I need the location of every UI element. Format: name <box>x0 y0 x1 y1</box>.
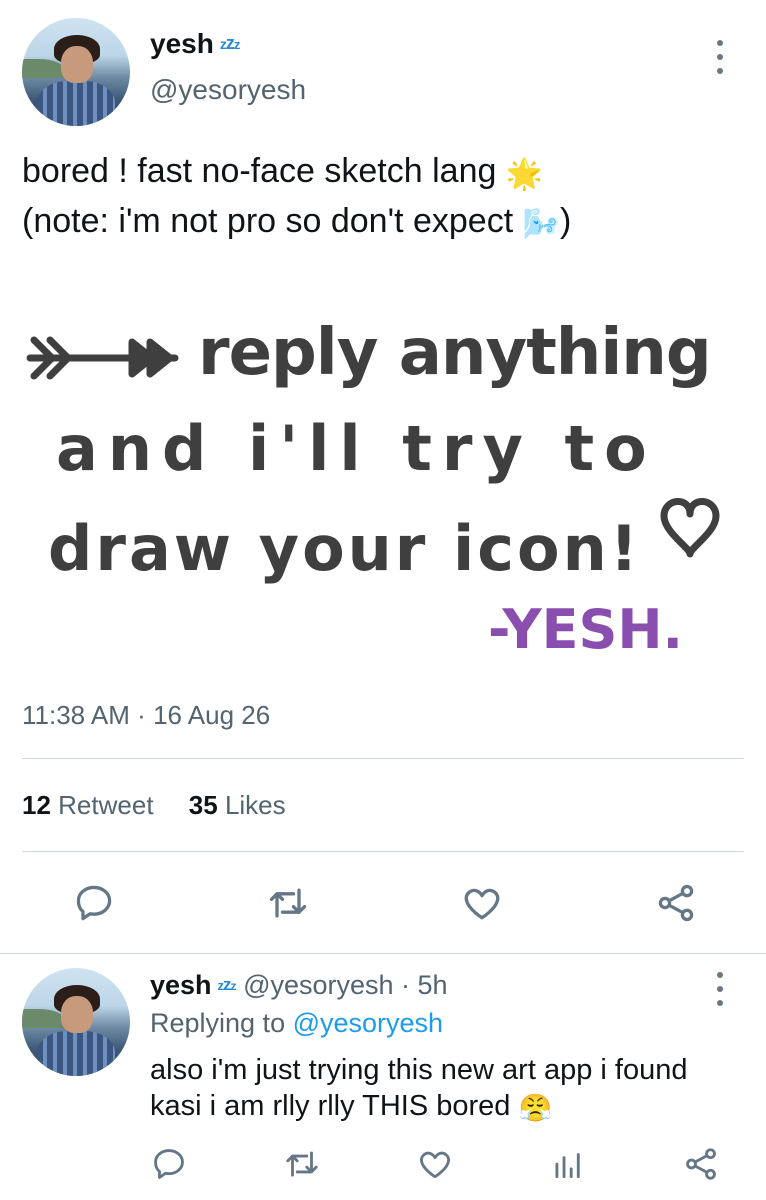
analytics-icon[interactable] <box>549 1145 587 1183</box>
retweet-stat[interactable]: 12 Retweet <box>22 790 154 820</box>
face-emoji: 😤 <box>518 1093 553 1123</box>
image-signature: -YESH. <box>488 598 683 661</box>
reply-header: yesh zzz @yesoryesh · 5h <box>150 970 448 1001</box>
reply-author-avatar[interactable] <box>22 968 130 1076</box>
wind-emoji: 🌬️ <box>522 208 560 241</box>
timestamp-separator: · <box>137 700 146 730</box>
arrow-doodle-icon <box>26 336 179 380</box>
author-display-name[interactable]: yesh zzz <box>150 28 240 60</box>
reply-more-options-icon[interactable] <box>710 972 730 1006</box>
tweet-date: 16 Aug 26 <box>153 700 271 730</box>
reply-text-content: also i'm just trying this new art app i … <box>150 1054 688 1122</box>
share-icon[interactable] <box>654 881 698 925</box>
reply-icon[interactable] <box>72 881 116 925</box>
tweet-text-line-1: bored ! fast no-face sketch lang 🌟 <box>22 148 742 198</box>
image-line-3: draw your icon! <box>48 512 641 585</box>
author-name-text[interactable]: yesh <box>150 28 214 59</box>
reply-text: also i'm just trying this new art app i … <box>150 1052 740 1126</box>
retweet-icon[interactable] <box>266 881 310 925</box>
replying-prefix: Replying to <box>150 1008 286 1038</box>
heart-doodle-icon <box>660 498 720 558</box>
share-icon[interactable] <box>682 1145 720 1183</box>
image-line-1: reply anything <box>198 316 711 390</box>
reply-icon[interactable] <box>150 1145 188 1183</box>
author-handle[interactable]: @yesoryesh <box>150 74 306 106</box>
divider <box>22 851 744 852</box>
divider <box>22 758 744 759</box>
more-options-icon[interactable] <box>710 40 730 74</box>
author-avatar[interactable] <box>22 18 130 126</box>
reply-handle-time[interactable]: @yesoryesh · 5h <box>243 970 448 1000</box>
replying-to: Replying to @yesoryesh <box>150 1008 443 1039</box>
zzz-icon: zzz <box>217 975 237 994</box>
tweet-text-line-1-content: bored ! fast no-face sketch lang <box>22 152 497 190</box>
likes-count: 35 <box>188 790 218 820</box>
tweet-text-line-2-end: ) <box>559 202 572 240</box>
retweet-count: 12 <box>22 790 51 820</box>
tweet-actions <box>72 878 698 928</box>
tweet-text: bored ! fast no-face sketch lang 🌟 (note… <box>22 148 742 248</box>
retweet-label: Retweet <box>58 790 154 820</box>
retweet-icon[interactable] <box>283 1145 321 1183</box>
tweet-timestamp: 11:38 AM · 16 Aug 26 <box>22 700 270 731</box>
reply-display-name[interactable]: yesh <box>150 970 212 1000</box>
tweet-stats: 12 Retweet 35 Likes <box>22 790 314 821</box>
tweet-time: 11:38 AM <box>22 700 130 730</box>
tweet-image[interactable]: reply anything and i'll try to draw your… <box>0 270 766 680</box>
glowing-star-emoji: 🌟 <box>505 158 544 191</box>
tweet-text-line-2: (note: i'm not pro so don't expect 🌬️) <box>22 198 742 248</box>
tweet-text-line-2-content: (note: i'm not pro so don't expect <box>22 202 514 240</box>
reply-actions <box>150 1142 720 1186</box>
zzz-icon: zzz <box>219 33 240 53</box>
image-line-2: and i'll try to <box>56 412 657 485</box>
replying-to-mention[interactable]: @yesoryesh <box>293 1008 443 1038</box>
likes-label: Likes <box>224 790 286 820</box>
tweet-separator <box>0 953 766 954</box>
heart-icon[interactable] <box>416 1145 454 1183</box>
likes-stat[interactable]: 35 Likes <box>189 790 286 820</box>
heart-icon[interactable] <box>460 881 504 925</box>
